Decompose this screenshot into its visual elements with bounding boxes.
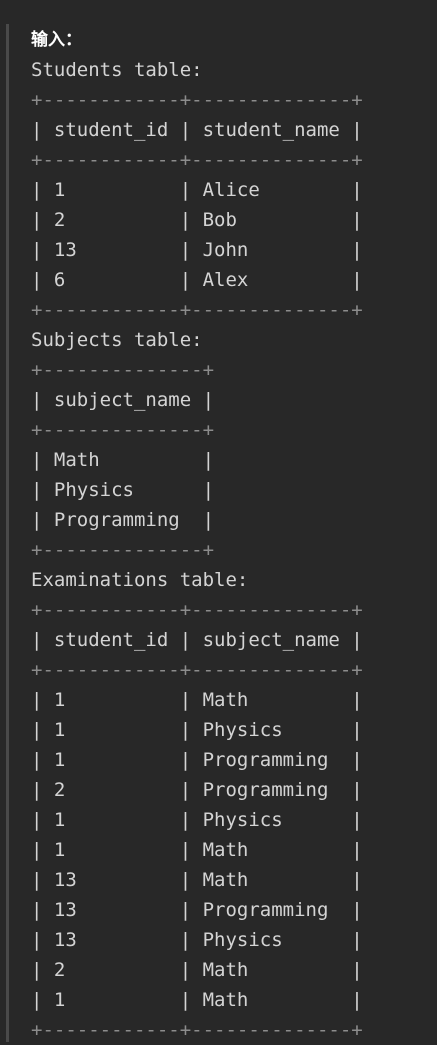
code-block: 输入： Students table: +------------+------…: [0, 0, 437, 1042]
subjects-table-caption: Subjects table:: [31, 329, 203, 351]
subjects-table-border-top: +--------------+: [31, 359, 215, 381]
table-row: | 13 | Physics |: [31, 929, 363, 951]
table-row: | 2 | Programming |: [31, 779, 363, 801]
students-table-border-mid: +------------+--------------+: [31, 149, 363, 171]
table-row: | 1 | Math |: [31, 839, 363, 861]
subjects-table-header: | subject_name |: [31, 389, 215, 411]
students-table-border-top: +------------+--------------+: [31, 89, 363, 111]
table-row: | 2 | Bob |: [31, 209, 363, 231]
subjects-table-border-mid: +--------------+: [31, 419, 215, 441]
students-table-header: | student_id | student_name |: [31, 119, 363, 141]
examinations-table-caption: Examinations table:: [31, 569, 249, 591]
quote-bar: [6, 24, 9, 1042]
examinations-table-header: | student_id | subject_name |: [31, 629, 363, 651]
table-row: | 2 | Math |: [31, 959, 363, 981]
table-row: | 1 | Alice |: [31, 179, 363, 201]
table-row: | Programming |: [31, 509, 215, 531]
table-row: | Physics |: [31, 479, 215, 501]
table-row: | 1 | Math |: [31, 989, 363, 1011]
code-content: 输入： Students table: +------------+------…: [31, 25, 363, 1045]
table-row: | 6 | Alex |: [31, 269, 363, 291]
table-row: | 13 | Programming |: [31, 899, 363, 921]
table-row: | 1 | Math |: [31, 689, 363, 711]
examinations-table-border-bottom: +------------+--------------+: [31, 1019, 363, 1041]
examinations-table-border-top: +------------+--------------+: [31, 599, 363, 621]
table-row: | 1 | Programming |: [31, 749, 363, 771]
subjects-table-border-bottom: +--------------+: [31, 539, 215, 561]
table-row: | Math |: [31, 449, 215, 471]
table-row: | 1 | Physics |: [31, 719, 363, 741]
table-row: | 13 | John |: [31, 239, 363, 261]
table-row: | 1 | Physics |: [31, 809, 363, 831]
students-table-caption: Students table:: [31, 59, 203, 81]
table-row: | 13 | Math |: [31, 869, 363, 891]
students-table-border-bottom: +------------+--------------+: [31, 299, 363, 321]
examinations-table-border-mid: +------------+--------------+: [31, 659, 363, 681]
input-heading: 输入：: [31, 30, 82, 50]
